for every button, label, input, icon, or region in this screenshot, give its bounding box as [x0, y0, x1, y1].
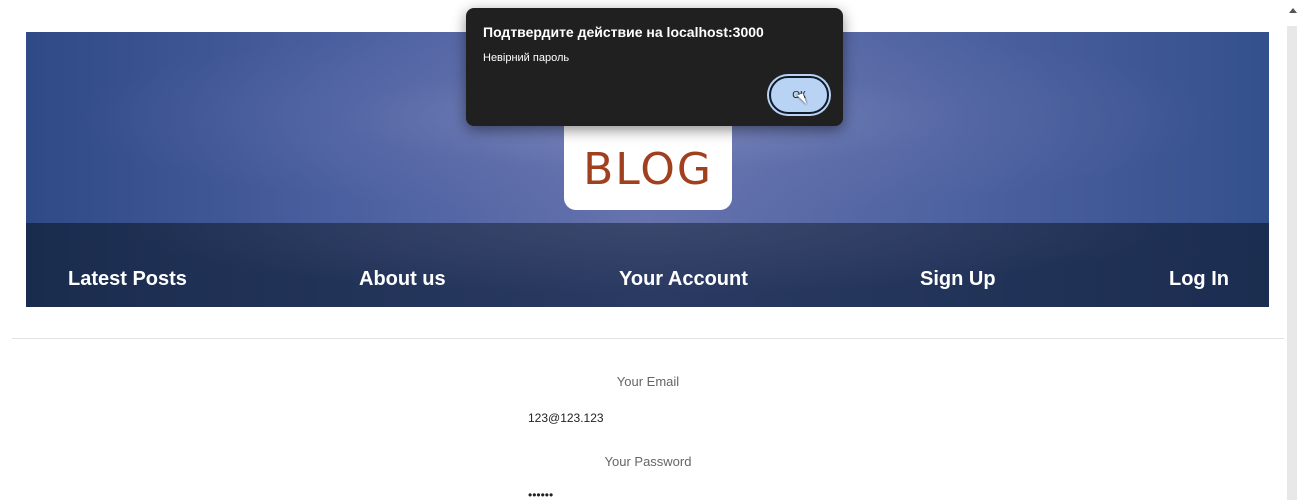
password-label: Your Password — [604, 454, 692, 469]
scrollbar-thumb[interactable] — [1287, 26, 1297, 500]
nav-log-in[interactable]: Log In — [1169, 268, 1229, 291]
dialog-title: Подтвердите действие на localhost:3000 — [483, 24, 764, 40]
logo-text: BLOG — [583, 144, 713, 195]
dialog-message: Невірний пароль — [483, 52, 570, 64]
nav-latest-posts[interactable]: Latest Posts — [68, 268, 187, 291]
alert-dialog: Подтвердите действие на localhost:3000 Н… — [466, 8, 843, 126]
password-input[interactable]: •••••• — [528, 488, 768, 500]
nav-sign-up[interactable]: Sign Up — [920, 268, 996, 291]
main-nav: Latest Posts About us Your Account Sign … — [26, 223, 1269, 307]
email-input[interactable] — [528, 408, 768, 428]
email-label: Your Email — [616, 374, 680, 389]
scroll-up-arrow-icon[interactable] — [1289, 8, 1297, 13]
page-scrollbar[interactable] — [1286, 0, 1304, 500]
nav-your-account[interactable]: Your Account — [619, 268, 748, 291]
section-divider — [12, 338, 1284, 339]
browser-viewport: BLOG Latest Posts About us Your Account … — [0, 0, 1304, 500]
nav-about-us[interactable]: About us — [359, 268, 446, 291]
